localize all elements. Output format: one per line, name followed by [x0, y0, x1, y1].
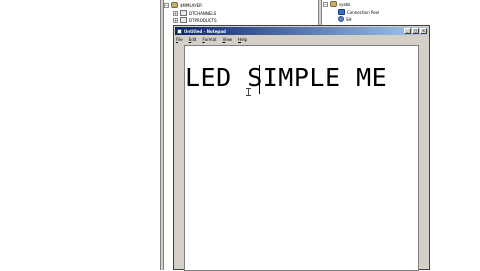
collapse-icon[interactable]: − [323, 1, 328, 7]
maximize-button[interactable]: □ [412, 28, 419, 34]
notepad-titlebar[interactable]: Untitled - Notepad _ □ × [175, 27, 428, 35]
menu-view[interactable]: View [223, 37, 233, 42]
database-icon [171, 2, 178, 8]
right-tree-root-label: sysbk [339, 1, 351, 7]
ibeam-cursor-icon [246, 88, 251, 96]
collapse-icon[interactable]: − [164, 2, 169, 8]
menu-format[interactable]: Format [202, 37, 216, 42]
user-icon [338, 16, 344, 22]
minimize-button[interactable]: _ [404, 28, 411, 34]
table-icon [180, 17, 187, 23]
right-tree-item-label: Connection Pool [347, 9, 380, 15]
menu-edit[interactable]: Edit [189, 37, 197, 42]
right-tree-item-label: SH [346, 16, 352, 22]
close-button[interactable]: × [420, 28, 427, 34]
editor-content: LED SIMPLE ME [185, 63, 388, 92]
tree-item-label: DTPRODUCTS [189, 17, 217, 23]
menu-file[interactable]: File [176, 37, 183, 42]
text-editor-area[interactable]: LED SIMPLE ME [184, 45, 419, 271]
left-blank-pane [0, 0, 160, 270]
right-tree-root[interactable]: − sysbk [323, 0, 350, 8]
tree-item-dtproducts[interactable]: + DTPRODUCTS [173, 16, 217, 24]
notepad-icon [177, 28, 182, 34]
window-title: Untitled - Notepad [184, 28, 226, 34]
database-icon [330, 1, 337, 7]
tree-root-label: $MMLAYER [180, 2, 202, 8]
right-tree-item-sh[interactable]: SH [338, 15, 352, 23]
expand-icon[interactable]: + [173, 17, 178, 23]
menu-bar: File Edit Format View Help [176, 36, 253, 43]
expand-icon[interactable]: + [173, 10, 178, 16]
notepad-window[interactable]: Untitled - Notepad _ □ × File Edit Forma… [173, 25, 430, 271]
text-caret [259, 65, 260, 94]
window-controls: _ □ × [403, 28, 427, 34]
tree-root-node[interactable]: − $MMLAYER [164, 1, 202, 9]
menu-help[interactable]: Help [238, 37, 247, 42]
tree-item-label: DTCHANNELS [189, 10, 217, 16]
